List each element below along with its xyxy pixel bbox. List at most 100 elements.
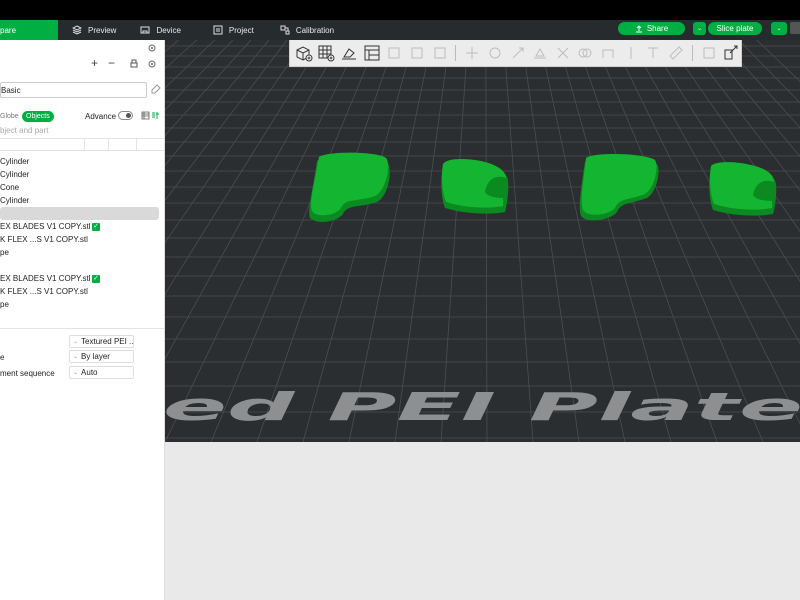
object-name: Cylinder bbox=[0, 196, 30, 205]
slice-plate-button[interactable]: Slice plate bbox=[708, 22, 762, 35]
object-name: Cylinder bbox=[0, 157, 30, 166]
plus-icon[interactable]: + bbox=[91, 56, 98, 70]
object-list-item[interactable]: Cylinder bbox=[0, 155, 160, 168]
object-name: EX BLADES V1 COPY.stl bbox=[0, 222, 91, 231]
first-layer-sequence-select[interactable]: ⌄ Auto bbox=[69, 366, 134, 379]
support-painting-button[interactable] bbox=[598, 43, 618, 63]
toggle-objects[interactable]: Objects bbox=[22, 111, 54, 122]
checkbox-checked-icon[interactable]: ✓ bbox=[92, 222, 100, 231]
divider bbox=[0, 328, 165, 329]
chevron-down-icon: ⌄ bbox=[776, 26, 782, 32]
cut-icon bbox=[557, 47, 569, 59]
share-dropdown-button[interactable]: ⌄ bbox=[693, 22, 706, 35]
printer-icon[interactable] bbox=[129, 59, 139, 69]
chevron-down-icon: ⌄ bbox=[696, 26, 703, 32]
add-object-button[interactable] bbox=[294, 43, 314, 63]
split-icon bbox=[388, 47, 400, 59]
object-list-item[interactable] bbox=[0, 207, 159, 220]
object-list-item[interactable]: pe bbox=[0, 246, 160, 259]
object-list-item[interactable] bbox=[0, 259, 160, 272]
tab-device[interactable]: Device bbox=[128, 20, 192, 40]
settings-icon[interactable] bbox=[147, 59, 157, 69]
minus-icon[interactable]: − bbox=[108, 56, 115, 70]
move-button[interactable] bbox=[462, 43, 482, 63]
tab-device-label: Device bbox=[156, 25, 181, 35]
split-parts-icon bbox=[411, 47, 423, 59]
scale-button[interactable] bbox=[508, 43, 528, 63]
toggle-global-label: Globe bbox=[0, 113, 19, 120]
divider bbox=[0, 150, 165, 151]
assembly-button[interactable] bbox=[699, 43, 719, 63]
plate-type-value: Textured PEI ... bbox=[81, 337, 134, 346]
tab-preview-label: Preview bbox=[88, 25, 117, 35]
rotate-icon bbox=[489, 47, 501, 59]
share-label: Share bbox=[646, 24, 669, 33]
search-input[interactable]: bject and part bbox=[0, 126, 48, 135]
object-list-item[interactable]: Cylinder bbox=[0, 168, 160, 181]
mesh-boolean-button[interactable] bbox=[576, 43, 596, 63]
checkbox-checked-icon[interactable]: ✓ bbox=[92, 274, 100, 283]
move-icon bbox=[466, 47, 479, 59]
slice-dropdown-button[interactable]: ⌄ bbox=[771, 22, 787, 35]
tab-calibration[interactable]: Calibration bbox=[266, 20, 346, 40]
split-parts-button[interactable] bbox=[407, 43, 427, 63]
calibration-icon bbox=[280, 25, 290, 35]
object-list-item[interactable]: K FLEX ...S V1 COPY.stl bbox=[0, 285, 160, 298]
rotate-button[interactable] bbox=[485, 43, 505, 63]
preset-value: Basic bbox=[1, 85, 21, 95]
chevron-down-icon: ⌄ bbox=[73, 354, 79, 360]
print-sequence-value: By layer bbox=[81, 352, 110, 361]
print-sequence-select[interactable]: ⌄ By layer bbox=[69, 350, 134, 363]
split-objects-button[interactable] bbox=[385, 43, 405, 63]
preview-icon bbox=[72, 25, 82, 35]
text-tool-button[interactable] bbox=[644, 43, 664, 63]
arrange-button[interactable] bbox=[362, 43, 382, 63]
build-plate[interactable]: ed PEI Plate bbox=[165, 40, 800, 442]
process-preset-select[interactable]: Basic bbox=[0, 82, 147, 98]
seam-painting-button[interactable] bbox=[621, 43, 641, 63]
object-name: Cylinder bbox=[0, 170, 30, 179]
tab-prepare[interactable]: pare bbox=[0, 20, 58, 40]
toggle-objects-label: Objects bbox=[26, 113, 50, 120]
object-list-item[interactable]: EX BLADES V1 COPY.stl ✓ bbox=[0, 272, 160, 285]
gear-icon[interactable] bbox=[147, 43, 157, 53]
3d-viewport[interactable]: ed PEI Plate bbox=[165, 40, 800, 600]
top-toolbar: pare Preview Device Project Calibration … bbox=[0, 20, 800, 40]
seam-icon bbox=[630, 47, 632, 59]
more-menu-button[interactable] bbox=[790, 22, 800, 34]
support-icon bbox=[602, 49, 614, 58]
edit-icon[interactable] bbox=[151, 84, 161, 94]
column-divider bbox=[84, 139, 85, 150]
plate-surface bbox=[165, 40, 800, 442]
share-button[interactable]: Share bbox=[618, 22, 685, 35]
tab-calibration-label: Calibration bbox=[295, 25, 335, 35]
tab-project[interactable]: Project bbox=[193, 20, 266, 40]
add-plate-button[interactable] bbox=[317, 43, 337, 63]
object-list-item[interactable]: EX BLADES V1 COPY.stl ✓ bbox=[0, 220, 160, 233]
auto-orient-button[interactable] bbox=[339, 43, 359, 63]
object-list-item[interactable]: K FLEX ...S V1 COPY.stl bbox=[0, 233, 160, 246]
print-sequence-label: e bbox=[0, 353, 5, 362]
object-list-item[interactable]: Cone bbox=[0, 181, 160, 194]
device-icon bbox=[140, 26, 150, 34]
advance-label: Advance bbox=[85, 112, 117, 121]
upload-icon bbox=[635, 24, 642, 32]
cut-button[interactable] bbox=[553, 43, 573, 63]
object-name: EX BLADES V1 COPY.stl bbox=[0, 274, 91, 283]
layers-button[interactable] bbox=[430, 43, 450, 63]
boolean-icon bbox=[578, 48, 592, 58]
object-list-item[interactable]: Cylinder bbox=[0, 194, 160, 207]
list-view-icon[interactable] bbox=[141, 111, 150, 120]
advance-toggle[interactable] bbox=[118, 111, 133, 120]
variable-layer-height-button[interactable] bbox=[722, 43, 742, 63]
object-list-item[interactable]: pe bbox=[0, 298, 160, 311]
layers-icon bbox=[434, 47, 446, 59]
plate-type-select[interactable]: ⌄ Textured PEI ... bbox=[69, 335, 134, 348]
tab-preview[interactable]: Preview bbox=[58, 20, 128, 40]
grid-plate-icon bbox=[318, 45, 335, 62]
measure-button[interactable] bbox=[666, 43, 686, 63]
scale-icon bbox=[512, 47, 524, 59]
lay-on-face-button[interactable] bbox=[530, 43, 550, 63]
toggle-global[interactable]: Globe bbox=[0, 111, 22, 122]
compare-icon[interactable] bbox=[151, 111, 160, 120]
